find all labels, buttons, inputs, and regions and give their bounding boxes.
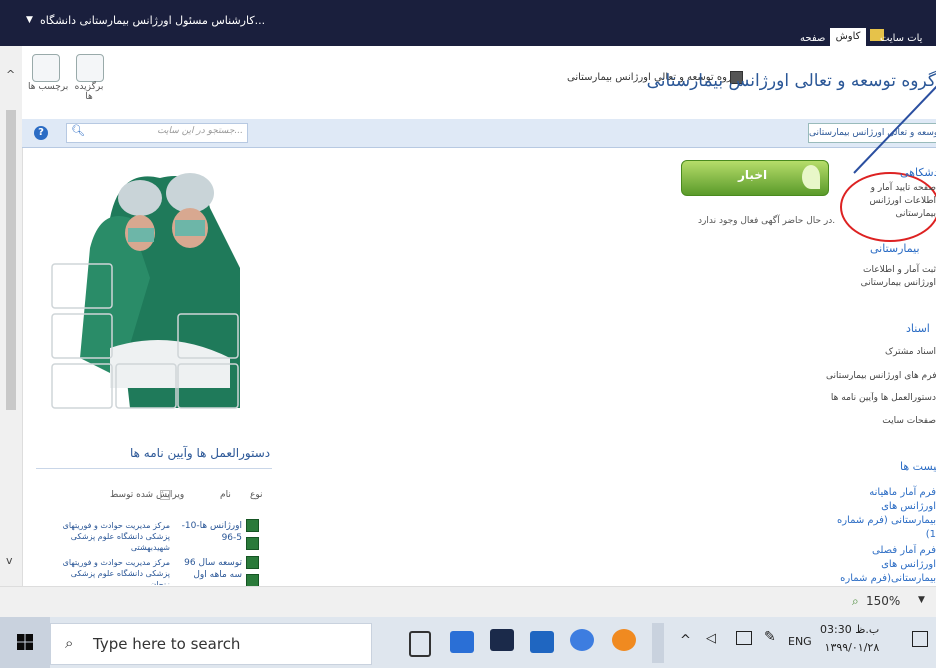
document-link[interactable]: توسعه سال 96 سه ماهه اول [176, 557, 242, 585]
file-explorer-icon[interactable] [450, 631, 474, 653]
news-title: اخبار [738, 168, 768, 182]
site-title-dropdown[interactable]: کارشناس مسئول اورژانس بیمارستانی دانشگاه… [40, 14, 265, 27]
taskbar-search-box[interactable]: ⌕ Type here to search [50, 623, 372, 665]
favorite-button[interactable]: برگزیده ها [74, 54, 104, 102]
search-icon[interactable]: 🔍︎ [71, 124, 85, 137]
quicklaunch-item[interactable]: دستورالعمل ها وآیین نامه ها [826, 392, 936, 405]
excel-file-icon [246, 537, 259, 550]
firefox-icon[interactable] [612, 629, 636, 651]
clock-time: 03:30 ب.ظ [820, 623, 880, 636]
column-checkbox[interactable] [160, 490, 170, 500]
excel-file-icon [246, 556, 259, 569]
volume-icon[interactable]: ◁ [706, 631, 716, 646]
quicklaunch-item[interactable]: صفحات سایت [856, 415, 936, 428]
favorite-sublabel: ها [85, 92, 93, 102]
search-placeholder: جستجو در این سایت... [157, 126, 243, 136]
chevron-down-icon[interactable]: ▼ [26, 15, 33, 25]
scroll-up-icon[interactable]: ^ [6, 68, 15, 81]
notification-icon[interactable] [912, 631, 928, 647]
column-header-name[interactable]: نام [220, 490, 231, 500]
quicklaunch-item-monthly[interactable]: فرم آمار ماهیانه اورژانس های بیمارستانی … [836, 486, 936, 542]
quicklaunch-header-3[interactable]: اسناد [906, 322, 930, 335]
clock[interactable]: 03:30 ب.ظ ۱۳۹۹/۰۱/۲۸ [820, 621, 879, 657]
windows-taskbar: ⌕ Type here to search ^ ◁ ✎ ENG 03:30 ب.… [0, 617, 936, 668]
quicklaunch-item-register[interactable]: ثبت آمار و اطلاعات اورژانس بیمارستانی [856, 264, 936, 290]
task-view-icon[interactable] [409, 631, 431, 657]
tags-button[interactable]: برچسب ها [28, 54, 68, 92]
quicklaunch-item[interactable]: فرم های اورژانس بیمارستانی [826, 370, 936, 383]
edge-browser-icon[interactable] [570, 629, 594, 651]
quicklaunch-item-seasonal[interactable]: فرم آمار فصلی اورژانس های بیمارستانی(فرم… [836, 544, 936, 586]
quicklaunch-header-2[interactable]: بیمارستانی [870, 242, 920, 255]
tab-page[interactable]: صفحه [800, 33, 825, 44]
language-indicator[interactable]: ENG [788, 635, 812, 648]
clock-date: ۱۳۹۹/۰۱/۲۸ [824, 641, 880, 654]
ribbon: برچسب ها برگزیده ها گروه توسعه و تعالی ا… [22, 46, 936, 120]
quicklaunch-item-approve[interactable]: صفحه تایید آمار و اطلاعات اورژانس بیمارس… [850, 182, 936, 221]
store-icon[interactable] [490, 629, 514, 651]
status-bar: ⌕ 150% ▼ [0, 586, 936, 617]
tag-icon [32, 54, 60, 82]
document-link[interactable]: اورژانس ها-10-5-96 [176, 520, 242, 544]
scrollbar-thumb[interactable] [6, 110, 16, 410]
divider [36, 468, 272, 469]
news-empty-text: در حال حاضر آگهی فعال وجود ندارد. [698, 216, 836, 226]
help-icon[interactable]: ? [34, 126, 48, 140]
favorite-label: برگزیده [74, 82, 104, 92]
start-button[interactable] [0, 617, 50, 668]
quicklaunch-header-1[interactable]: ستادشکاهی [900, 166, 936, 179]
quicklaunch-header-4[interactable]: لیست ها [900, 460, 936, 473]
search-icon: ⌕ [65, 634, 74, 652]
modified-by[interactable]: مرکز مدیریت حوادث و فوریتهای پزشکی دانشگ… [60, 520, 170, 553]
excel-file-icon [246, 519, 259, 532]
zoom-icon[interactable]: ⌕ [852, 594, 859, 609]
tags-label: برچسب ها [28, 82, 69, 92]
mail-icon[interactable] [530, 631, 554, 653]
search-toolbar: ? 🔍︎ جستجو در این سایت... گروه توسعه و ت… [22, 119, 936, 148]
column-header-type[interactable]: نوع [250, 490, 263, 500]
network-icon[interactable] [736, 631, 752, 645]
zoom-level[interactable]: 150% [866, 594, 900, 608]
rules-title[interactable]: دستورالعمل ها وآیین نامه ها [130, 446, 270, 460]
modified-by[interactable]: مرکز مدیریت حوادث و فوریتهای پزشکی دانشگ… [60, 557, 170, 585]
search-input[interactable]: 🔍︎ جستجو در این سایت... [66, 123, 248, 143]
site-actions-menu[interactable]: یات سایت [880, 33, 922, 44]
taskbar-search-text: Type here to search [93, 635, 241, 653]
taskbar-scroll[interactable] [652, 623, 664, 663]
leaf-icon [802, 165, 820, 189]
quicklaunch-item[interactable]: اسناد مشترک [856, 346, 936, 359]
chevron-down-icon[interactable]: ▼ [918, 595, 925, 605]
browser-top-bar: ▼ کارشناس مسئول اورژانس بیمارستانی دانشگ… [0, 0, 936, 46]
windows-logo-icon [17, 634, 33, 650]
news-banner: اخبار [681, 160, 829, 196]
star-icon [76, 54, 104, 82]
tab-browse[interactable]: کاوش [830, 28, 866, 46]
chevron-up-icon[interactable]: ^ [680, 633, 691, 648]
column-header-modified[interactable]: ویرایش شده توسط [110, 490, 184, 500]
vertical-scrollbar[interactable]: ^ v [0, 46, 23, 586]
annotation-arrow [853, 85, 936, 174]
pen-icon[interactable]: ✎ [764, 629, 776, 645]
surgery-image [50, 158, 250, 410]
scroll-down-icon[interactable]: v [6, 554, 13, 567]
